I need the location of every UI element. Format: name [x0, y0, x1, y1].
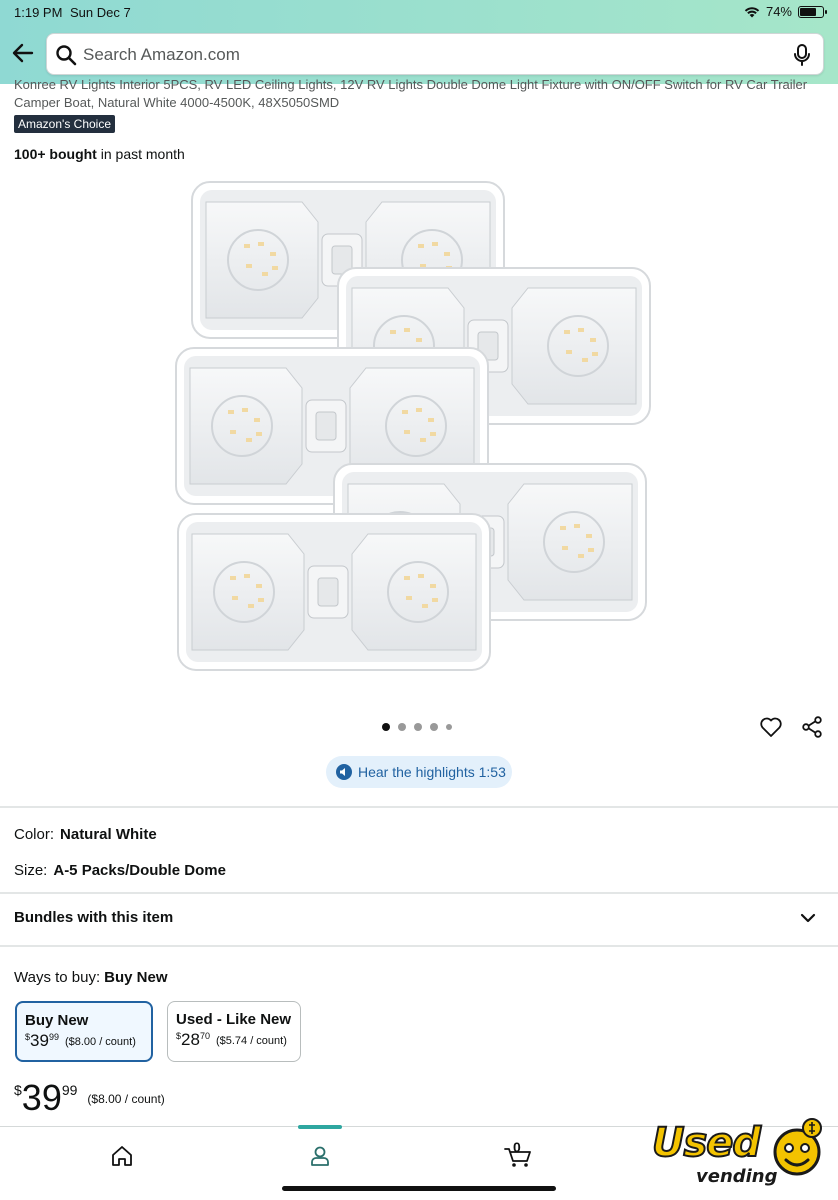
mascot-icon — [773, 1118, 822, 1176]
status-date: Sun Dec 7 — [70, 5, 131, 20]
color-label: Color: — [14, 826, 55, 843]
price-currency: $ — [14, 1082, 22, 1098]
product-image[interactable] — [170, 178, 670, 688]
option-per-unit: ($8.00 / count) — [64, 1036, 136, 1048]
hear-highlights-button[interactable]: Hear the highlights 1:53 — [326, 756, 512, 788]
ways-to-buy-label: Ways to buy: — [14, 969, 101, 986]
image-carousel-dots[interactable] — [382, 723, 452, 731]
watermark-brand: Used — [651, 1119, 762, 1167]
heart-icon[interactable] — [759, 715, 783, 739]
status-right: 74% — [744, 4, 827, 19]
nav-active-indicator — [298, 1125, 342, 1129]
status-time: 1:19 PM — [14, 5, 63, 20]
price-cents: 99 — [61, 1082, 78, 1098]
option-dollars: 39 — [30, 1031, 49, 1050]
hear-highlights-label: Hear the highlights 1:53 — [358, 764, 506, 780]
option-dollars: 28 — [181, 1030, 200, 1049]
price-dollars: 39 — [21, 1077, 62, 1118]
search-bar[interactable] — [46, 33, 824, 75]
speaker-icon — [336, 764, 352, 780]
account-icon[interactable] — [307, 1143, 333, 1169]
color-variation[interactable]: Color: Natural White — [14, 826, 157, 843]
ways-to-buy-selected: Buy New — [104, 969, 168, 986]
battery-fill — [800, 7, 817, 16]
carousel-dot[interactable] — [446, 724, 452, 730]
battery-icon — [798, 5, 827, 18]
amazons-choice-badge: Amazon's Choice — [14, 115, 115, 133]
divider — [0, 945, 838, 947]
product-title[interactable]: Konree RV Lights Interior 5PCS, RV LED C… — [14, 76, 824, 112]
option-cents: 99 — [48, 1032, 59, 1042]
back-arrow-icon[interactable] — [10, 40, 36, 66]
option-title: Buy New — [25, 1012, 89, 1029]
size-value: A-5 Packs/Double Dome — [53, 862, 226, 879]
option-price: $2870 ($5.74 / count) — [176, 1031, 292, 1049]
search-input[interactable] — [83, 42, 783, 68]
carousel-dot[interactable] — [430, 723, 438, 731]
color-value: Natural White — [60, 826, 157, 843]
buy-new-option[interactable]: Buy New $3999 ($8.00 / count) — [15, 1001, 153, 1062]
carousel-dot[interactable] — [398, 723, 406, 731]
option-per-unit: ($5.74 / count) — [215, 1035, 287, 1047]
used-vending-watermark: Used vending — [648, 1112, 832, 1194]
cart-count: 0 — [513, 1139, 521, 1155]
carousel-dot[interactable] — [382, 723, 390, 731]
ways-to-buy: Ways to buy: Buy New — [14, 969, 168, 986]
option-cents: 70 — [199, 1031, 210, 1041]
bundles-section[interactable]: Bundles with this item — [14, 909, 173, 926]
size-variation[interactable]: Size: A-5 Packs/Double Dome — [14, 862, 226, 879]
carousel-dot[interactable] — [414, 723, 422, 731]
wifi-icon — [744, 6, 760, 17]
home-icon[interactable] — [109, 1143, 135, 1169]
search-icon — [56, 45, 77, 66]
app-header: 1:19 PM Sun Dec 7 74% — [0, 0, 838, 84]
bought-count-rest: in past month — [96, 146, 185, 162]
chevron-down-icon[interactable] — [798, 908, 818, 928]
price-per-unit: ($8.00 / count) — [87, 1092, 165, 1106]
divider — [0, 892, 838, 894]
bought-count: 100+ bought in past month — [14, 146, 185, 162]
home-indicator — [282, 1186, 556, 1191]
used-like-new-option[interactable]: Used - Like New $2870 ($5.74 / count) — [167, 1001, 301, 1062]
price: $ 39 99 ($8.00 / count) — [14, 1078, 165, 1118]
bought-count-strong: 100+ bought — [14, 146, 97, 162]
option-price: $3999 ($8.00 / count) — [25, 1032, 143, 1050]
size-label: Size: — [14, 862, 48, 879]
share-icon[interactable] — [800, 715, 824, 739]
divider — [0, 806, 838, 808]
microphone-icon[interactable] — [791, 43, 813, 67]
battery-percent: 74% — [765, 4, 792, 19]
option-title: Used - Like New — [176, 1011, 292, 1028]
status-bar: 1:19 PM Sun Dec 7 74% — [0, 0, 838, 24]
